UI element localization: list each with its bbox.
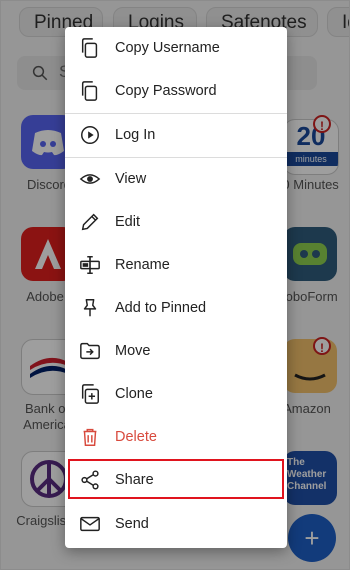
menu-item-label: View xyxy=(115,171,147,187)
eye-icon xyxy=(79,174,101,184)
menu-item-copy-password[interactable]: Copy Password xyxy=(65,70,287,113)
menu-item-add-to-pinned[interactable]: Add to Pinned xyxy=(65,287,287,330)
menu-item-label: Send xyxy=(115,516,149,532)
rename-icon xyxy=(80,256,100,274)
screen: Pinned Logins Safenotes Id S Discord 20 … xyxy=(0,0,350,570)
pin-icon xyxy=(83,299,97,317)
copy-icon xyxy=(81,81,98,101)
menu-item-delete[interactable]: Delete xyxy=(65,416,287,459)
menu-item-edit[interactable]: Edit xyxy=(65,201,287,244)
menu-item-label: Clone xyxy=(115,386,153,402)
trash-icon xyxy=(83,428,97,446)
copy-icon xyxy=(81,38,98,58)
menu-item-share[interactable]: Share xyxy=(65,459,287,502)
menu-item-copy-username[interactable]: Copy Username xyxy=(65,27,287,70)
menu-item-label: Move xyxy=(115,343,151,359)
menu-item-label: Edit xyxy=(115,214,140,230)
menu-item-log-in[interactable]: Log In xyxy=(65,114,287,157)
folder-move-icon xyxy=(80,342,100,360)
clone-icon xyxy=(81,384,99,404)
menu-item-label: Rename xyxy=(115,257,170,273)
menu-item-send[interactable]: Send xyxy=(65,503,287,546)
menu-item-label: Share xyxy=(115,472,154,488)
play-circle-icon xyxy=(81,126,99,144)
menu-item-label: Copy Password xyxy=(115,83,217,99)
pencil-icon xyxy=(81,213,99,231)
menu-item-view[interactable]: View xyxy=(65,158,287,201)
menu-item-clone[interactable]: Clone xyxy=(65,373,287,416)
item-context-menu: Copy Username Copy Password Log In View xyxy=(65,27,287,548)
mail-icon xyxy=(80,516,100,532)
menu-item-rename[interactable]: Rename xyxy=(65,244,287,287)
menu-item-label: Copy Username xyxy=(115,40,220,56)
menu-item-move[interactable]: Move xyxy=(65,330,287,373)
share-icon xyxy=(81,470,99,490)
menu-item-label: Delete xyxy=(115,429,157,445)
menu-item-label: Add to Pinned xyxy=(115,300,207,316)
menu-item-label: Log In xyxy=(115,127,156,143)
